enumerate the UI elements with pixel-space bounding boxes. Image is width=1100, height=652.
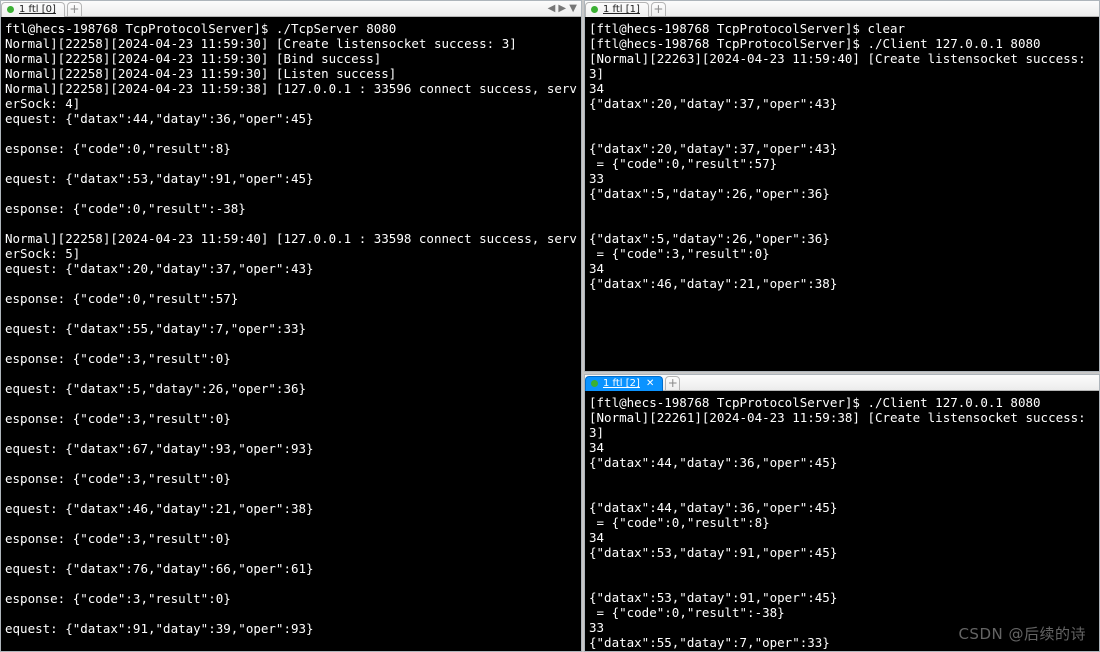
terminal-line xyxy=(5,606,577,621)
terminal-line xyxy=(5,366,577,381)
terminal-line xyxy=(589,216,1095,231)
status-dot-icon xyxy=(591,380,598,387)
tab-label: 1 ftl [0] xyxy=(19,2,56,17)
pane-right-bottom: 1 ftl [2] ✕ + [ftl@hecs-198768 TcpProtoc… xyxy=(584,374,1100,652)
status-dot-icon xyxy=(7,6,14,13)
terminal-line xyxy=(589,485,1095,500)
tab-ftl-0[interactable]: 1 ftl [0] xyxy=(1,2,65,17)
terminal-line: 34 xyxy=(589,81,1095,96)
terminal-line: equest: {"datax":55,"datay":7,"oper":33} xyxy=(5,321,577,336)
terminal-line: {"datax":53,"datay":91,"oper":45} xyxy=(589,590,1095,605)
terminal-line xyxy=(5,426,577,441)
terminal-line xyxy=(5,276,577,291)
terminal-line xyxy=(589,111,1095,126)
terminal-line xyxy=(5,216,577,231)
terminal-line: equest: {"datax":20,"datay":37,"oper":43… xyxy=(5,261,577,276)
terminal-line: esponse: {"code":3,"result":0} xyxy=(5,351,577,366)
terminal-line: 34 xyxy=(589,530,1095,545)
terminal-line: [ftl@hecs-198768 TcpProtocolServer]$ ./C… xyxy=(589,395,1095,410)
pane-right-top: 1 ftl [1] + [ftl@hecs-198768 TcpProtocol… xyxy=(584,0,1100,372)
add-tab-button[interactable]: + xyxy=(651,2,666,17)
terminal-line xyxy=(589,650,1095,651)
terminal-line: = {"code":0,"result":-38} xyxy=(589,605,1095,620)
terminal-line: [Normal][22261][2024-04-23 11:59:38] [Cr… xyxy=(589,410,1095,440)
terminal-line: equest: {"datax":46,"datay":21,"oper":38… xyxy=(5,501,577,516)
terminal-line xyxy=(5,516,577,531)
terminal-line: {"datax":20,"datay":37,"oper":43} xyxy=(589,96,1095,111)
pane-left: 1 ftl [0] + ◀ ▶ ▼ ftl@hecs-198768 TcpPro… xyxy=(0,0,582,652)
add-tab-button[interactable]: + xyxy=(665,376,680,391)
terminal-line: Normal][22258][2024-04-23 11:59:30] [Bin… xyxy=(5,51,577,66)
terminal-line xyxy=(589,201,1095,216)
terminal-line: Normal][22258][2024-04-23 11:59:30] [Lis… xyxy=(5,66,577,81)
terminal-line: {"datax":53,"datay":91,"oper":45} xyxy=(589,545,1095,560)
terminal-line xyxy=(5,186,577,201)
tab-label: 1 ftl [1] xyxy=(603,2,640,17)
terminal-line xyxy=(5,396,577,411)
terminal-right-bottom[interactable]: [ftl@hecs-198768 TcpProtocolServer]$ ./C… xyxy=(585,391,1099,651)
terminal-line xyxy=(589,575,1095,590)
terminal-line xyxy=(5,306,577,321)
terminal-line: {"datax":55,"datay":7,"oper":33} xyxy=(589,635,1095,650)
terminal-line xyxy=(589,560,1095,575)
terminal-line xyxy=(5,126,577,141)
terminal-line: {"datax":20,"datay":37,"oper":43} xyxy=(589,141,1095,156)
tabbar-right-top: 1 ftl [1] + xyxy=(585,1,1099,17)
terminal-line: [ftl@hecs-198768 TcpProtocolServer]$ cle… xyxy=(589,21,1095,36)
terminal-line: equest: {"datax":53,"datay":91,"oper":45… xyxy=(5,171,577,186)
terminal-line: equest: {"datax":5,"datay":26,"oper":36} xyxy=(5,381,577,396)
terminal-line: equest: {"datax":76,"datay":66,"oper":61… xyxy=(5,561,577,576)
terminal-line xyxy=(5,336,577,351)
close-icon[interactable]: ✕ xyxy=(646,376,654,391)
status-dot-icon xyxy=(591,6,598,13)
tabbar-right-bottom: 1 ftl [2] ✕ + xyxy=(585,375,1099,391)
terminal-line xyxy=(589,470,1095,485)
terminal-line xyxy=(5,546,577,561)
terminal-line: esponse: {"code":0,"result":8} xyxy=(5,141,577,156)
terminal-line: [ftl@hecs-198768 TcpProtocolServer]$ ./C… xyxy=(589,36,1095,51)
terminal-line: ftl@hecs-198768 TcpProtocolServer]$ ./Tc… xyxy=(5,21,577,36)
terminal-line: esponse: {"code":0,"result":57} xyxy=(5,291,577,306)
terminal-line: {"datax":44,"datay":36,"oper":45} xyxy=(589,455,1095,470)
terminal-line: Normal][22258][2024-04-23 11:59:30] [Cre… xyxy=(5,36,577,51)
terminal-line: esponse: {"code":3,"result":0} xyxy=(5,411,577,426)
terminal-line: {"datax":44,"datay":36,"oper":45} xyxy=(589,500,1095,515)
terminal-line: {"datax":46,"datay":21,"oper":38} xyxy=(589,276,1095,291)
terminal-line xyxy=(5,486,577,501)
terminal-multiplexer: 1 ftl [0] + ◀ ▶ ▼ ftl@hecs-198768 TcpPro… xyxy=(0,0,1100,652)
terminal-line xyxy=(5,456,577,471)
terminal-line: esponse: {"code":3,"result":0} xyxy=(5,471,577,486)
terminal-line: 33 xyxy=(589,171,1095,186)
add-tab-button[interactable]: + xyxy=(67,2,82,17)
terminal-line: 34 xyxy=(589,440,1095,455)
terminal-line: esponse: {"code":3,"result":0} xyxy=(5,531,577,546)
tab-ftl-2[interactable]: 1 ftl [2] ✕ xyxy=(585,376,663,391)
terminal-line: equest: {"datax":44,"datay":36,"oper":45… xyxy=(5,111,577,126)
terminal-line: equest: {"datax":67,"datay":93,"oper":93… xyxy=(5,441,577,456)
tabbar-left: 1 ftl [0] + ◀ ▶ ▼ xyxy=(1,1,581,17)
terminal-line xyxy=(5,576,577,591)
terminal-line: = {"code":0,"result":8} xyxy=(589,515,1095,530)
tab-nav-arrows[interactable]: ◀ ▶ ▼ xyxy=(548,1,577,16)
tab-label: 1 ftl [2] xyxy=(603,376,640,391)
terminal-left[interactable]: ftl@hecs-198768 TcpProtocolServer]$ ./Tc… xyxy=(1,17,581,651)
terminal-line: esponse: {"code":0,"result":-38} xyxy=(5,201,577,216)
terminal-line: = {"code":0,"result":57} xyxy=(589,156,1095,171)
terminal-line: {"datax":5,"datay":26,"oper":36} xyxy=(589,186,1095,201)
tab-ftl-1[interactable]: 1 ftl [1] xyxy=(585,2,649,17)
terminal-line: Normal][22258][2024-04-23 11:59:38] [127… xyxy=(5,81,577,111)
terminal-line: 34 xyxy=(589,261,1095,276)
terminal-line: = {"code":3,"result":0} xyxy=(589,246,1095,261)
terminal-line: 33 xyxy=(589,620,1095,635)
terminal-right-top[interactable]: [ftl@hecs-198768 TcpProtocolServer]$ cle… xyxy=(585,17,1099,371)
terminal-line xyxy=(5,156,577,171)
terminal-line xyxy=(589,126,1095,141)
terminal-line: Normal][22258][2024-04-23 11:59:40] [127… xyxy=(5,231,577,261)
terminal-line: {"datax":5,"datay":26,"oper":36} xyxy=(589,231,1095,246)
terminal-line: equest: {"datax":91,"datay":39,"oper":93… xyxy=(5,621,577,636)
terminal-line: [Normal][22263][2024-04-23 11:59:40] [Cr… xyxy=(589,51,1095,81)
terminal-line: esponse: {"code":3,"result":0} xyxy=(5,591,577,606)
